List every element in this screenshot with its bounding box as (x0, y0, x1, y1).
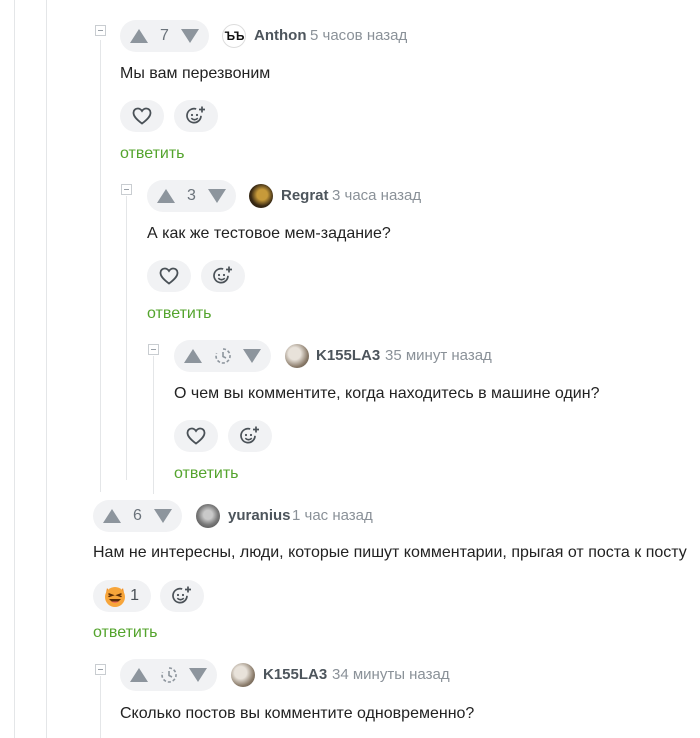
smiley-plus-icon (172, 586, 191, 604)
score: 3 (187, 187, 196, 204)
reaction-count: 1 (130, 587, 139, 604)
collapse-toggle[interactable] (95, 25, 106, 36)
username[interactable]: K155LA3 (316, 347, 380, 365)
add-reaction-button[interactable] (228, 420, 272, 452)
comment-text: Нам не интересны, люди, которые пишут ко… (93, 544, 687, 561)
reply-link[interactable]: ответить (174, 464, 239, 484)
vote-widget (120, 659, 217, 691)
comment-text: Сколько постов вы комментите одновременн… (120, 705, 475, 722)
avatar[interactable]: ЪЪ (222, 24, 246, 48)
triangle-down-icon[interactable] (243, 349, 261, 363)
vote-widget (174, 340, 271, 372)
avatar[interactable] (196, 504, 220, 528)
reply-link[interactable]: ответить (120, 144, 185, 164)
vote-widget: 6 (93, 500, 182, 532)
score: 7 (160, 27, 169, 44)
collapse-toggle[interactable] (95, 664, 106, 675)
username[interactable]: Anthon (254, 27, 306, 45)
collapse-toggle[interactable] (121, 184, 132, 195)
avatar[interactable] (231, 663, 255, 687)
triangle-down-icon[interactable] (181, 29, 199, 43)
comment-text: А как же тестовое мем-задание? (147, 225, 391, 242)
add-reaction-button[interactable] (201, 260, 245, 292)
clock-icon (160, 667, 177, 683)
score: 6 (133, 507, 142, 524)
like-button[interactable] (147, 260, 191, 292)
triangle-down-icon[interactable] (208, 189, 226, 203)
clock-icon (214, 348, 231, 364)
like-button[interactable] (174, 420, 218, 452)
collapse-toggle[interactable] (148, 344, 159, 355)
timestamp[interactable]: 34 минуты назад (332, 666, 450, 684)
reply-link[interactable]: ответить (147, 304, 212, 324)
heart-icon (132, 107, 152, 125)
smiley-plus-icon (213, 266, 232, 284)
vote-widget: 7 (120, 20, 209, 52)
reaction-button[interactable]: 1 (93, 580, 151, 612)
laughing-emoji-icon (105, 587, 125, 607)
username[interactable]: Regrat (281, 187, 329, 205)
avatar-logo: ЪЪ (224, 29, 245, 43)
triangle-up-icon[interactable] (103, 509, 121, 523)
add-reaction-button[interactable] (160, 580, 204, 612)
add-reaction-button[interactable] (174, 100, 218, 132)
timestamp[interactable]: 3 часа назад (332, 187, 421, 205)
heart-icon (186, 427, 206, 445)
triangle-up-icon[interactable] (130, 668, 148, 682)
triangle-up-icon[interactable] (130, 29, 148, 43)
avatar[interactable] (249, 184, 273, 208)
thread-line (14, 0, 15, 738)
comment-text: О чем вы комментите, когда находитесь в … (174, 385, 600, 402)
reply-link[interactable]: ответить (93, 623, 158, 643)
thread-line (100, 40, 101, 492)
triangle-up-icon[interactable] (157, 189, 175, 203)
smiley-plus-icon (186, 106, 205, 124)
avatar[interactable] (285, 344, 309, 368)
username[interactable]: yuranius (228, 507, 291, 525)
timestamp[interactable]: 1 час назад (292, 507, 373, 525)
thread-line (100, 676, 101, 738)
triangle-down-icon[interactable] (154, 509, 172, 523)
heart-icon (159, 267, 179, 285)
smiley-plus-icon (240, 426, 259, 444)
vote-widget: 3 (147, 180, 236, 212)
thread-line (126, 196, 127, 480)
triangle-down-icon[interactable] (189, 668, 207, 682)
timestamp[interactable]: 5 часов назад (310, 27, 407, 45)
username[interactable]: K155LA3 (263, 666, 327, 684)
thread-line (46, 0, 47, 738)
like-button[interactable] (120, 100, 164, 132)
timestamp[interactable]: 35 минут назад (385, 347, 492, 365)
triangle-up-icon[interactable] (184, 349, 202, 363)
comment-text: Мы вам перезвоним (120, 65, 271, 82)
thread-line (153, 356, 154, 494)
